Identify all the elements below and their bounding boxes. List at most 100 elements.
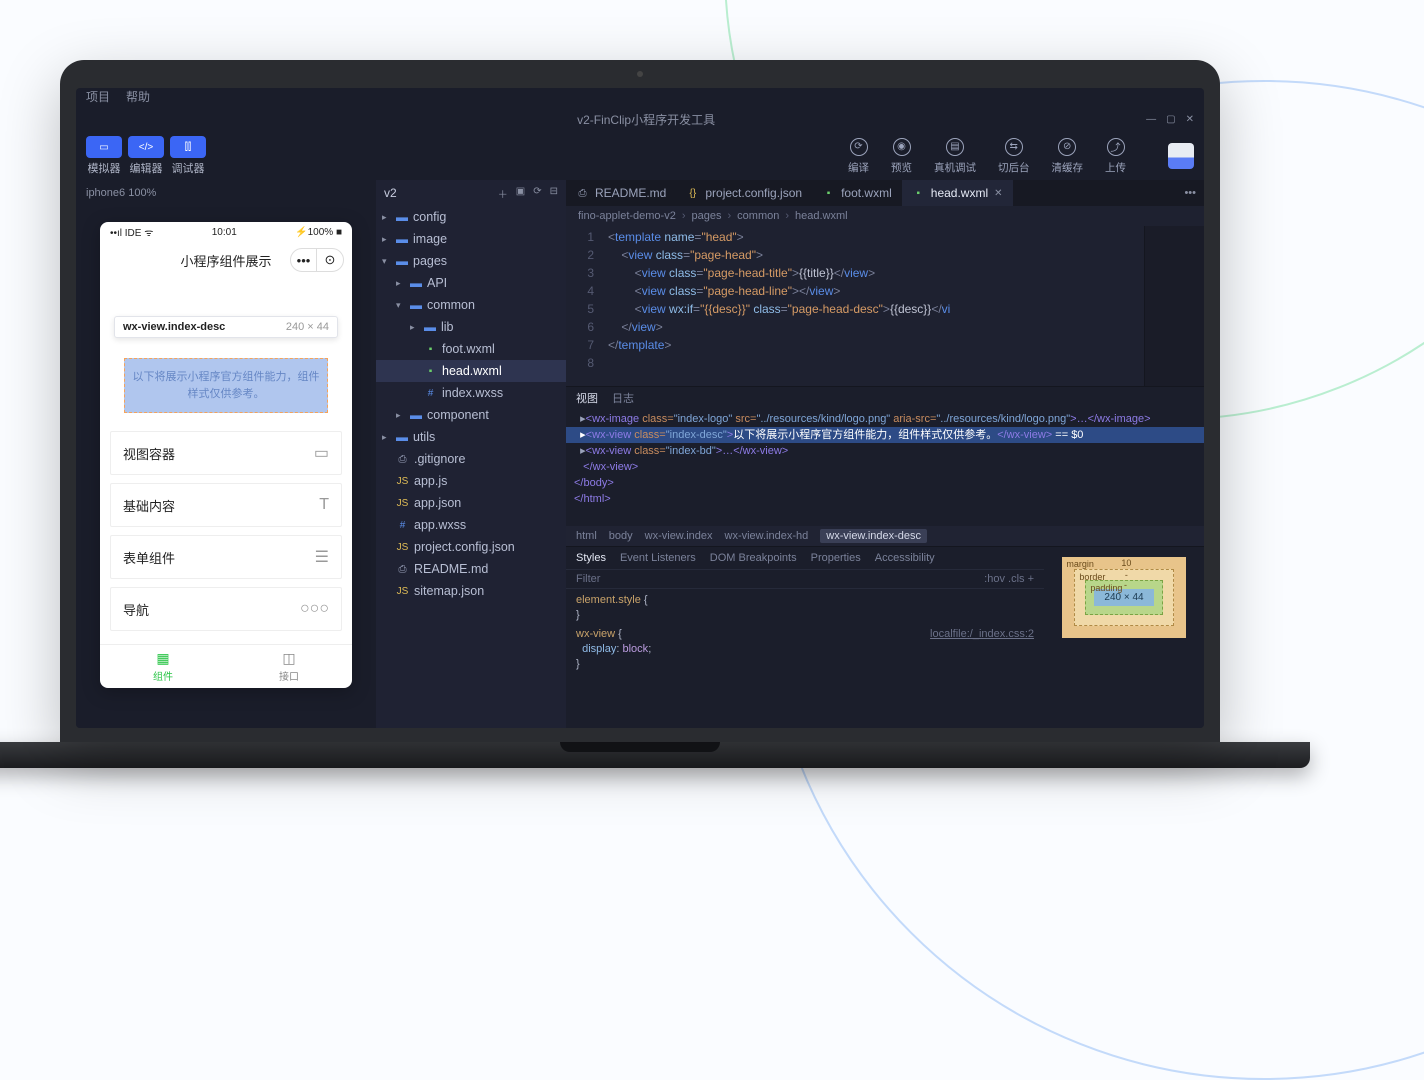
- mode-编辑器[interactable]: </>编辑器: [128, 136, 164, 176]
- toolbar-清缓存[interactable]: ⊘清缓存: [1052, 138, 1084, 175]
- code-editor[interactable]: 12345678 <template name="head"> <view cl…: [566, 226, 1204, 386]
- caret-icon: ▸: [382, 432, 391, 443]
- styles-tab-dom-breakpoints[interactable]: DOM Breakpoints: [710, 552, 797, 564]
- dom-crumb[interactable]: wx-view.index-desc: [820, 529, 927, 543]
- tab-README.md[interactable]: ⎙README.md: [566, 180, 676, 206]
- component-list: 视图容器▭ 基础内容T 表单组件☰ 导航○○○: [100, 431, 352, 644]
- folder-common[interactable]: ▾▬common: [376, 294, 566, 316]
- toolbar-上传[interactable]: ⤴上传: [1105, 138, 1126, 175]
- capsule-more-icon[interactable]: •••: [291, 249, 317, 271]
- mode-调试器[interactable]: ⫿⫿调试器: [170, 136, 206, 176]
- tabbar-接口[interactable]: ◫接口: [226, 645, 352, 688]
- dom-node[interactable]: </html>: [574, 491, 1196, 507]
- elements-tab-视图[interactable]: 视图: [576, 390, 598, 406]
- code-content[interactable]: <template name="head"> <view class="page…: [602, 226, 1144, 386]
- styles-tab-styles[interactable]: Styles: [576, 552, 606, 564]
- tree-label: README.md: [414, 562, 488, 576]
- menu-帮助[interactable]: 帮助: [126, 88, 150, 106]
- breadcrumb-item[interactable]: common: [737, 210, 779, 222]
- simulator-panel: iphone6 100% ••ıl IDE ᯤ 10:01 ⚡100% ■ 小程…: [76, 180, 376, 728]
- tab-foot.wxml[interactable]: ▪foot.wxml: [812, 180, 902, 206]
- collapse-icon[interactable]: ⊟: [550, 186, 558, 201]
- dom-node[interactable]: ▸<wx-view class="index-bd">…</wx-view>: [574, 443, 1196, 459]
- dom-tree[interactable]: ▸<wx-image class="index-logo" src="../re…: [566, 409, 1204, 526]
- new-folder-icon[interactable]: ▣: [516, 186, 525, 201]
- mode-模拟器[interactable]: ▭模拟器: [86, 136, 122, 176]
- folder-image[interactable]: ▸▬image: [376, 228, 566, 250]
- capsule-close-icon[interactable]: ⊙: [317, 249, 343, 271]
- file-app.js[interactable]: JSapp.js: [376, 470, 566, 492]
- file-foot.wxml[interactable]: ▪foot.wxml: [376, 338, 566, 360]
- file-README.md[interactable]: ⎙README.md: [376, 558, 566, 580]
- css-rules[interactable]: element.style {}</span><span class="css-…: [566, 589, 1044, 728]
- breadcrumb-item[interactable]: fino-applet-demo-v2: [578, 210, 676, 222]
- maximize-icon[interactable]: ▢: [1166, 114, 1175, 125]
- list-item[interactable]: 视图容器▭: [110, 431, 342, 475]
- css-rule[interactable]: localfile:/_index.css:2wx-view { display…: [576, 627, 1034, 672]
- styles-tab-event-listeners[interactable]: Event Listeners: [620, 552, 696, 564]
- tab-label: head.wxml: [931, 186, 988, 200]
- toolbar-icon: ⇆: [1005, 138, 1023, 156]
- tabs-overflow-icon[interactable]: •••: [1176, 187, 1204, 199]
- elements-tab-日志[interactable]: 日志: [612, 390, 634, 406]
- styles-tabs: Styles Event Listeners DOM Breakpoints Prop…: [566, 547, 1044, 569]
- filter-controls[interactable]: :hov .cls +: [984, 573, 1034, 585]
- minimize-icon[interactable]: —: [1146, 114, 1156, 125]
- styles-tab-accessibility[interactable]: Accessibility: [875, 552, 935, 564]
- folder-pages[interactable]: ▾▬pages: [376, 250, 566, 272]
- folder-lib[interactable]: ▸▬lib: [376, 316, 566, 338]
- file-app.wxss[interactable]: #app.wxss: [376, 514, 566, 536]
- folder-API[interactable]: ▸▬API: [376, 272, 566, 294]
- list-item[interactable]: 基础内容T: [110, 483, 342, 527]
- toolbar-预览[interactable]: ◉预览: [891, 138, 912, 175]
- toolbar-label: 清缓存: [1052, 160, 1084, 175]
- file-app.json[interactable]: JSapp.json: [376, 492, 566, 514]
- dom-node[interactable]: </wx-view>: [574, 459, 1196, 475]
- bm-border-val: -: [1125, 570, 1128, 580]
- dom-crumb[interactable]: html: [576, 530, 597, 542]
- filter-input[interactable]: Filter: [576, 573, 600, 585]
- new-file-icon[interactable]: ＋: [498, 186, 508, 201]
- tab-project.config.json[interactable]: {}project.config.json: [676, 180, 812, 206]
- file-sitemap.json[interactable]: JSsitemap.json: [376, 580, 566, 602]
- refresh-icon[interactable]: ⟳: [533, 186, 541, 201]
- dom-crumb[interactable]: wx-view.index-hd: [725, 530, 809, 542]
- file-head.wxml[interactable]: ▪head.wxml: [376, 360, 566, 382]
- toolbar-切后台[interactable]: ⇆切后台: [998, 138, 1030, 175]
- breadcrumb-item[interactable]: head.wxml: [795, 210, 848, 222]
- tabbar-组件[interactable]: ▦组件: [100, 645, 226, 688]
- tab-close-icon[interactable]: ✕: [994, 188, 1002, 199]
- folder-utils[interactable]: ▸▬utils: [376, 426, 566, 448]
- file-project.config.json[interactable]: JSproject.config.json: [376, 536, 566, 558]
- file-.gitignore[interactable]: ⎙.gitignore: [376, 448, 566, 470]
- toolbar-真机调试[interactable]: ▤真机调试: [934, 138, 976, 175]
- breadcrumb-item[interactable]: pages: [692, 210, 722, 222]
- mode-icon: ⫿⫿: [170, 136, 206, 158]
- tabbar-icon: ▦: [156, 650, 169, 667]
- dom-node[interactable]: ▸<wx-image class="index-logo" src="../re…: [574, 411, 1196, 427]
- phone-navbar: 小程序组件展示 ••• ⊙: [100, 242, 352, 278]
- toolbar-编译[interactable]: ⟳编译: [848, 138, 869, 175]
- list-item[interactable]: 导航○○○: [110, 587, 342, 631]
- caret-icon: ▸: [382, 212, 391, 223]
- file-index.wxss[interactable]: #index.wxss: [376, 382, 566, 404]
- folder-component[interactable]: ▸▬component: [376, 404, 566, 426]
- capsule-menu[interactable]: ••• ⊙: [290, 248, 344, 272]
- dom-crumb[interactable]: wx-view.index: [645, 530, 713, 542]
- list-item[interactable]: 表单组件☰: [110, 535, 342, 579]
- highlighted-element[interactable]: 以下将展示小程序官方组件能力，组件样式仅供参考。: [124, 358, 328, 413]
- avatar[interactable]: [1168, 143, 1194, 169]
- close-icon[interactable]: ✕: [1186, 114, 1194, 125]
- dom-node[interactable]: ▸<wx-view class="index-desc">以下将展示小程序官方组…: [566, 427, 1204, 443]
- tree-label: common: [427, 298, 475, 312]
- dom-node[interactable]: </body>: [574, 475, 1196, 491]
- tab-head.wxml[interactable]: ▪head.wxml✕: [902, 180, 1013, 206]
- menu-项目[interactable]: 项目: [86, 88, 110, 106]
- styles-tab-properties[interactable]: Properties: [811, 552, 861, 564]
- tab-file-icon: ▪: [822, 188, 835, 199]
- project-root[interactable]: v2: [384, 186, 397, 200]
- minimap[interactable]: [1144, 226, 1204, 386]
- css-rule[interactable]: element.style {}: [576, 593, 1034, 623]
- dom-crumb[interactable]: body: [609, 530, 633, 542]
- folder-config[interactable]: ▸▬config: [376, 206, 566, 228]
